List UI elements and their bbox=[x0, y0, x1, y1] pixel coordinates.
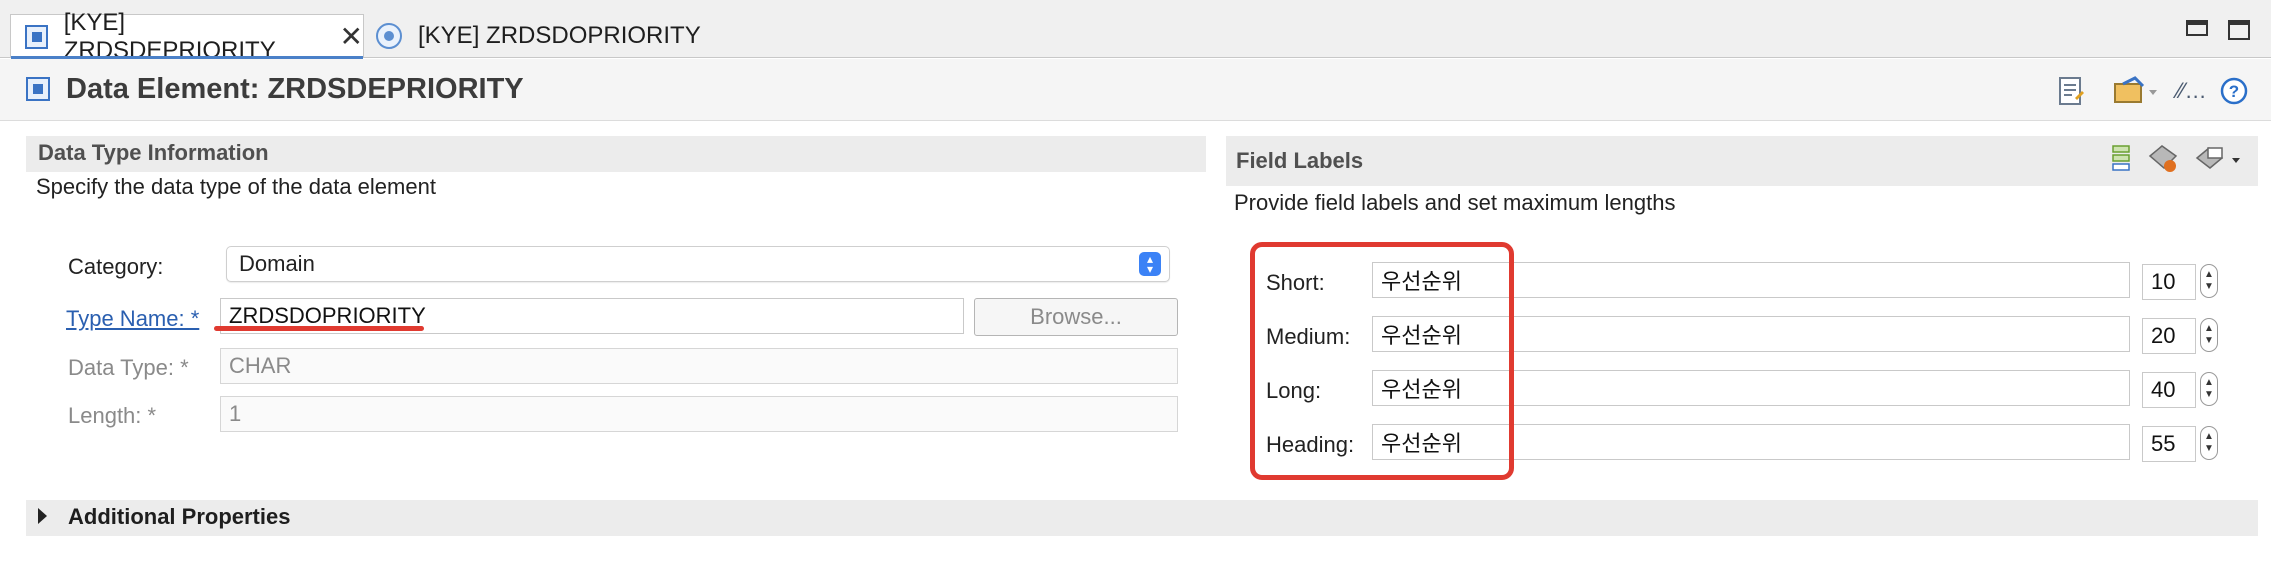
annotation-underline bbox=[214, 326, 424, 331]
category-label: Category: bbox=[68, 254, 164, 279]
field-labels-section-title: Field Labels bbox=[1236, 148, 1364, 173]
length-label: Length: * bbox=[68, 403, 157, 428]
long-max-length-field[interactable]: 40 bbox=[2142, 372, 2196, 408]
data-type-section-description: Specify the data type of the data elemen… bbox=[36, 174, 436, 199]
expand-arrow-icon[interactable] bbox=[38, 508, 47, 524]
minimize-icon[interactable] bbox=[2186, 20, 2208, 36]
additional-properties-header[interactable] bbox=[26, 500, 2258, 536]
label-edit-icon[interactable] bbox=[2146, 144, 2180, 174]
length-value: 1 bbox=[229, 401, 242, 426]
category-select[interactable]: Domain ▴ ▾ bbox=[226, 246, 1170, 282]
data-type-label: Data Type: * bbox=[68, 355, 189, 380]
tab-label: [KYE] ZRDSDEPRIORITY bbox=[63, 8, 276, 64]
maximize-icon[interactable] bbox=[2228, 20, 2250, 40]
data-element-icon bbox=[26, 77, 50, 101]
help-icon[interactable]: ? bbox=[2218, 75, 2250, 107]
heading-max-length-field[interactable]: 55 bbox=[2142, 426, 2196, 462]
browse-button[interactable]: Browse... bbox=[974, 298, 1178, 336]
format-icon[interactable]: ⁄⁄… bbox=[2176, 75, 2208, 107]
translate-menu-icon[interactable] bbox=[2194, 144, 2242, 174]
long-max-length-stepper[interactable]: ▲ ▼ bbox=[2200, 372, 2218, 406]
editor-tab-bar: [KYE] ZRDSDEPRIORITY ✕ [KYE] ZRDSDOPRIOR… bbox=[0, 0, 2271, 64]
medium-max-length-stepper[interactable]: ▲ ▼ bbox=[2200, 318, 2218, 352]
heading-max-length-value: 55 bbox=[2151, 431, 2176, 456]
length-field: 1 bbox=[220, 396, 1178, 432]
tab-label: [KYE] ZRDSDOPRIORITY bbox=[418, 22, 701, 49]
category-value: Domain bbox=[239, 251, 315, 276]
type-name-link[interactable]: Type Name: * bbox=[66, 306, 199, 332]
medium-max-length-value: 20 bbox=[2151, 323, 2176, 348]
chevron-updown-icon: ▴ ▾ bbox=[1139, 252, 1161, 276]
field-labels-section-description: Provide field labels and set maximum len… bbox=[1234, 190, 1676, 215]
short-max-length-stepper[interactable]: ▲ ▼ bbox=[2200, 264, 2218, 298]
data-type-section-title: Data Type Information bbox=[38, 140, 269, 165]
notes-icon[interactable] bbox=[2056, 75, 2086, 107]
page-title: Data Element: ZRDSDEPRIORITY bbox=[66, 73, 524, 105]
tab-domain[interactable]: [KYE] ZRDSDOPRIORITY bbox=[376, 14, 701, 58]
medium-max-length-field[interactable]: 20 bbox=[2142, 318, 2196, 354]
svg-text:?: ? bbox=[2229, 82, 2239, 101]
heading-max-length-stepper[interactable]: ▲ ▼ bbox=[2200, 426, 2218, 460]
editor-header: Data Element: ZRDSDEPRIORITY ⁄⁄… ? bbox=[0, 59, 2271, 121]
tab-data-element[interactable]: [KYE] ZRDSDEPRIORITY ✕ bbox=[10, 9, 364, 64]
additional-properties-title[interactable]: Additional Properties bbox=[68, 504, 290, 530]
list-icon[interactable] bbox=[2110, 144, 2132, 174]
short-max-length-value: 10 bbox=[2151, 269, 2176, 294]
data-element-icon bbox=[25, 24, 48, 49]
short-max-length-field[interactable]: 10 bbox=[2142, 264, 2196, 300]
long-max-length-value: 40 bbox=[2151, 377, 2176, 402]
field-labels-section-header bbox=[1226, 136, 2258, 186]
data-type-field: CHAR bbox=[220, 348, 1178, 384]
data-type-value: CHAR bbox=[229, 353, 292, 378]
annotation-highlight-box bbox=[1250, 242, 1514, 480]
transport-icon[interactable] bbox=[2112, 75, 2160, 107]
close-icon[interactable]: ✕ bbox=[340, 20, 363, 53]
domain-icon bbox=[376, 23, 402, 49]
